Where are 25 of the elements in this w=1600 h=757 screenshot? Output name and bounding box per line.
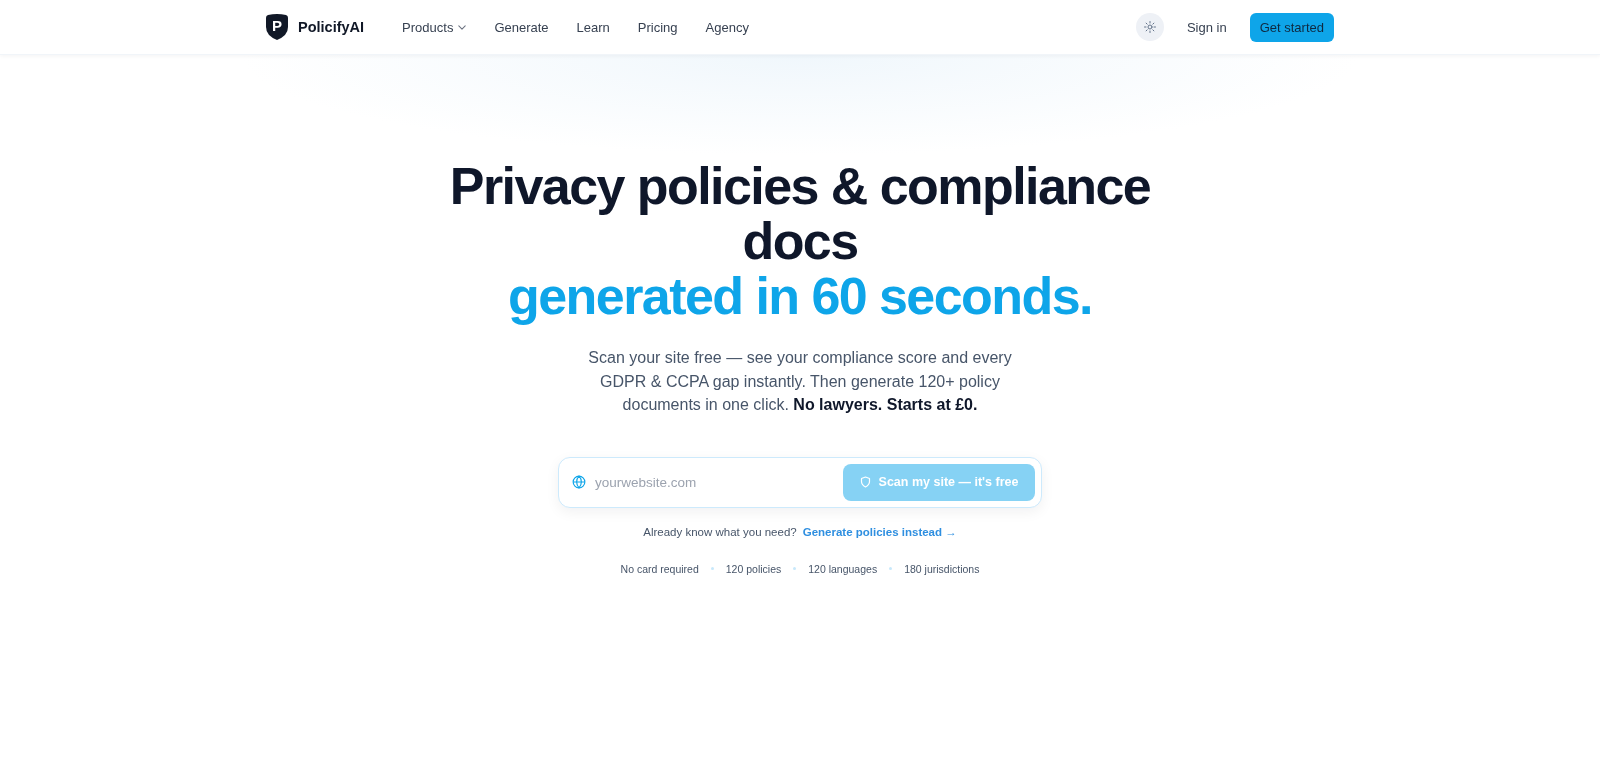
- nav-link[interactable]: Agency: [705, 19, 749, 35]
- feature-label: 120 policies: [725, 561, 782, 577]
- shield-logo[interactable]: P: [266, 14, 288, 40]
- hero-subtitle: Scan your site free — see your compliance score and every GDPR & CCPA gap instantly. Then generate 120+ policy documents in one click. No lawyers. Starts at £0.: [587, 348, 1013, 415]
- get-started-button[interactable]: Get started: [1249, 12, 1334, 42]
- dot-icon: [710, 567, 714, 570]
- globe-icon: [572, 475, 586, 489]
- sign-in-link[interactable]: Sign in: [1186, 19, 1227, 35]
- brand-name[interactable]: PolicifyAI: [298, 19, 365, 35]
- theme-toggle-button[interactable]: [1135, 13, 1164, 41]
- dot-icon: [793, 567, 797, 570]
- nav-link[interactable]: Learn: [576, 19, 610, 35]
- nav-link[interactable]: Pricing: [637, 19, 678, 35]
- nav-link[interactable]: Generate: [494, 19, 549, 35]
- generate-policies-link[interactable]: Generate policies instead →: [802, 523, 957, 540]
- nav-dropdown[interactable]: Products: [402, 19, 467, 35]
- hero-heading: Privacy policies & compliance docs generated in 60 seconds.: [448, 159, 1152, 324]
- shield-icon: [859, 476, 871, 488]
- alt-prompt: Already know what you need?: [643, 524, 797, 540]
- feature-label: 120 languages: [808, 561, 878, 577]
- sun-icon: [1143, 21, 1156, 33]
- chevron-down-icon: [458, 24, 467, 30]
- feature-label: No card required: [620, 561, 699, 577]
- dot-icon: [889, 567, 893, 570]
- feature-label: 180 jurisdictions: [904, 561, 980, 577]
